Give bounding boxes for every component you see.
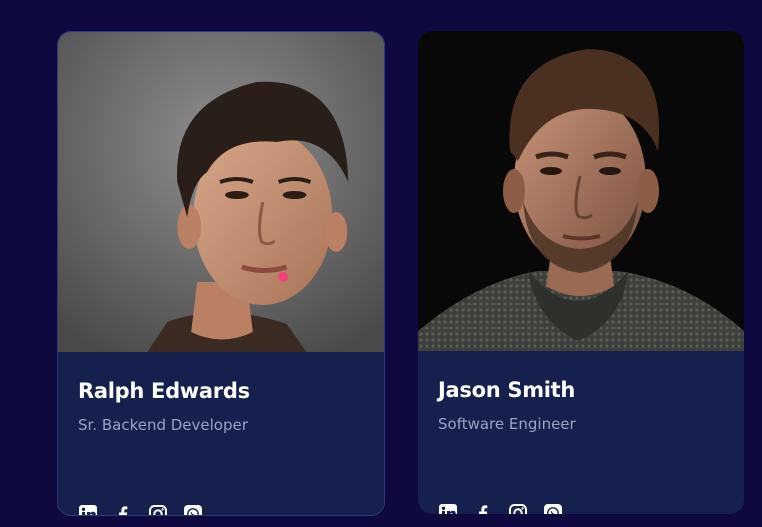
social-links	[438, 503, 563, 514]
member-name: Ralph Edwards	[78, 379, 250, 403]
member-name: Jason Smith	[438, 378, 576, 402]
facebook-icon[interactable]	[473, 503, 493, 514]
linkedin-icon[interactable]	[78, 504, 98, 515]
social-links	[78, 504, 203, 515]
member-role: Sr. Backend Developer	[78, 416, 248, 434]
team-card-info: Ralph Edwards Sr. Backend Developer	[78, 352, 368, 515]
whatsapp-icon[interactable]	[543, 503, 563, 514]
team-member-photo	[58, 32, 384, 352]
instagram-icon[interactable]	[508, 503, 528, 514]
team-member-photo	[418, 31, 744, 351]
team-card-info: Jason Smith Software Engineer	[438, 351, 728, 514]
team-card-ralph-edwards[interactable]: Ralph Edwards Sr. Backend Developer	[57, 31, 385, 516]
linkedin-icon[interactable]	[438, 503, 458, 514]
member-role: Software Engineer	[438, 415, 576, 433]
instagram-icon[interactable]	[148, 504, 168, 515]
facebook-icon[interactable]	[113, 504, 133, 515]
cursor-indicator	[278, 272, 288, 282]
whatsapp-icon[interactable]	[183, 504, 203, 515]
team-card-jason-smith[interactable]: Jason Smith Software Engineer	[418, 31, 744, 514]
